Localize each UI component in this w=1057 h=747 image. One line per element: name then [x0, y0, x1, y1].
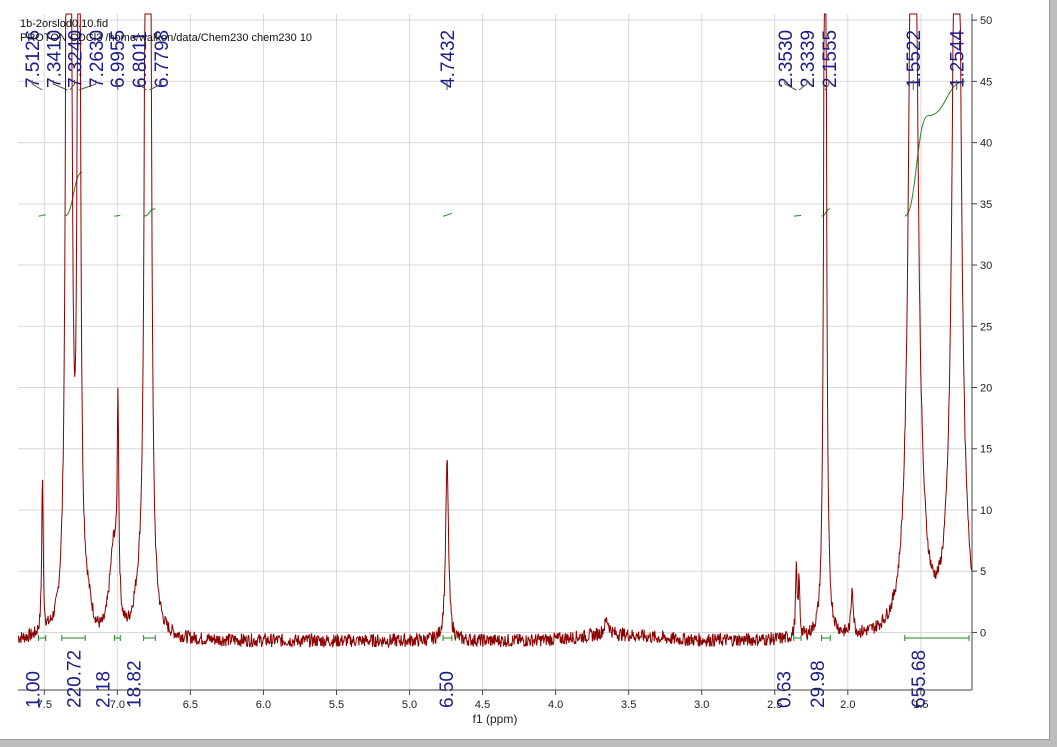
y-tick-label: 45 [980, 76, 992, 88]
peak-label: 1.2544 [948, 29, 969, 88]
integral-labels: 1.00 220.72 2.18 18.82 6.50 0.63 29.98 655.68 [24, 635, 970, 708]
y-tick-label: 15 [980, 444, 992, 456]
spectrum-line [17, 13, 973, 649]
y-tick-label: 10 [980, 505, 992, 517]
integral-curves [38, 80, 965, 217]
x-tick-label: 5.0 [402, 699, 417, 711]
integral-value: 29.98 [808, 660, 829, 708]
integral-curve [64, 171, 83, 217]
integral-value: 18.82 [124, 660, 145, 708]
file-name: 1b-2orslod0.10.fid [20, 18, 108, 30]
peak-label: 2.1555 [820, 30, 841, 88]
x-tick-label: 1.5 [913, 699, 928, 711]
x-tick-label: 3.5 [621, 699, 636, 711]
x-tick-label: 7.0 [110, 699, 125, 711]
y-tick-label: 35 [980, 199, 992, 211]
axes: 7.5 7.0 6.5 6.0 5.5 5.0 4.5 4.0 3.5 3.0 2.5 2.0 1.5 0… [18, 14, 992, 711]
x-tick-label: 5.5 [329, 699, 344, 711]
integral-curve [443, 213, 452, 217]
x-tick-label: 7.5 [37, 699, 52, 711]
integral-value: 220.72 [65, 650, 86, 708]
y-tick-label: 20 [980, 383, 992, 395]
integral-curve [143, 208, 156, 217]
y-tick-label: 0 [980, 627, 986, 639]
x-tick-label: 2.5 [767, 699, 782, 711]
peak-label: 4.7432 [438, 30, 459, 88]
y-tick-label: 50 [980, 15, 992, 27]
nmr-spectrum-chart[interactable]: 7.5126 7.3410 7.3240 7.2630 6.9955 6.8011 6.77… [0, 0, 1049, 739]
y-tick-label: 5 [980, 566, 986, 578]
peak-label: 1.5522 [904, 30, 925, 88]
spectrum-window: 7.5126 7.3410 7.3240 7.2630 6.9955 6.8011 6.77… [0, 0, 1050, 740]
x-axis-label: f1 (ppm) [473, 712, 518, 726]
x-tick-label: 4.5 [475, 699, 490, 711]
experiment-info: PROTON CDCl3 /home/walkon/data/Chem230 c… [20, 32, 312, 44]
integral-curve [821, 208, 831, 217]
x-tick-label: 6.0 [256, 699, 271, 711]
x-tick-label: 4.0 [548, 699, 563, 711]
x-tick-label: 3.0 [694, 699, 709, 711]
peak-label: 2.3339 [798, 30, 819, 88]
y-tick-label: 25 [980, 321, 992, 333]
y-tick-label: 30 [980, 260, 992, 272]
y-tick-label: 40 [980, 138, 992, 150]
spectrum-trace [17, 13, 973, 649]
integral-curve [793, 214, 802, 217]
peak-label: 2.3530 [776, 30, 797, 88]
x-tick-label: 2.0 [840, 699, 855, 711]
integral-curve [114, 214, 121, 217]
grid [18, 14, 972, 690]
x-tick-label: 6.5 [183, 699, 198, 711]
